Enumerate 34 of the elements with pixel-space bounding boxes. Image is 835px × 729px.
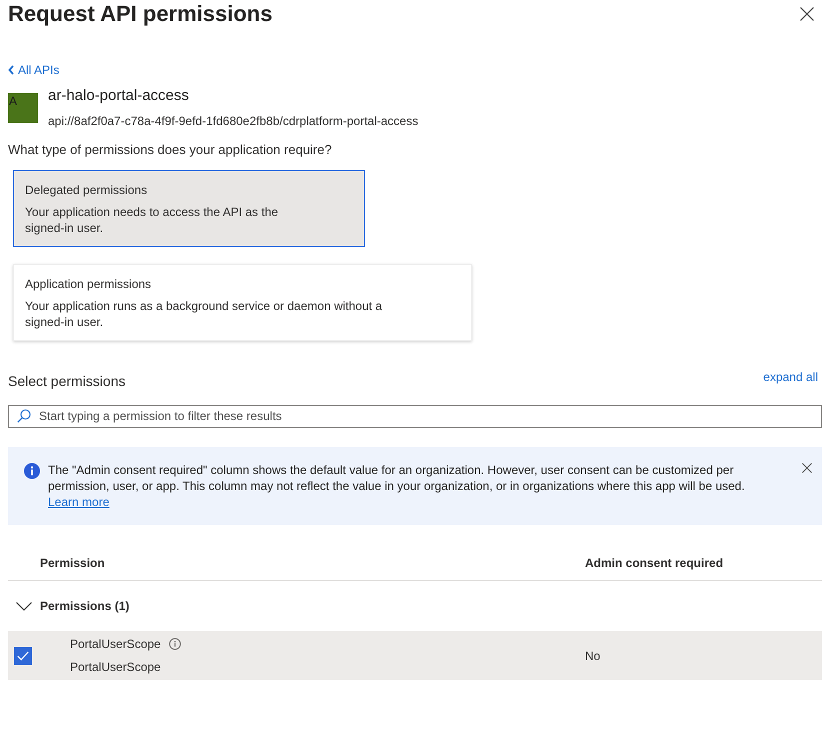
close-icon (800, 7, 814, 21)
option-description: Your application runs as a background service or daemon without a signed-in user. (25, 298, 384, 330)
search-field[interactable]: Start typing a permission to filter these results (8, 404, 822, 428)
info-icon (168, 638, 181, 650)
permission-row[interactable]: PortalUserScope PortalUserScope No (8, 631, 822, 680)
close-button[interactable] (802, 463, 812, 473)
info-banner-text: The "Admin consent required" column shows the default value for an organization. However, user consent can be customized per permission, user, or app. This column may not reflect the value in your organization, or in organizations where this app will be used. Learn more (48, 462, 746, 510)
column-header: Admin consent required (585, 554, 724, 570)
permission-name: PortalUserScope (70, 636, 161, 652)
info-icon (24, 463, 40, 479)
dialog-title: Request API permissions (8, 0, 272, 28)
learn-more-link[interactable]: Learn more (48, 495, 110, 509)
admin-consent-cell: No (585, 648, 600, 664)
close-icon (802, 463, 812, 473)
search-icon (17, 409, 31, 423)
column-header: Permission (40, 554, 105, 570)
option-title: Delegated permissions (25, 182, 148, 198)
checkbox[interactable] (14, 646, 32, 664)
option-description: Your application needs to access the API as the signed-in user. (25, 204, 280, 236)
permission-type-option[interactable]: Application permissions Your application runs as a background service or daemon without a signed-in user. (13, 264, 472, 341)
permission-description: PortalUserScope (70, 659, 161, 675)
all-apis-link[interactable]: All APIs (8, 62, 60, 78)
api-uri: api://8af2f0a7-c78a-4f9f-9efd-1fd680e2fb8b/cdrplatform-portal-access (48, 113, 418, 129)
chevron-left-icon (8, 65, 14, 75)
group-header[interactable]: Permissions (1) (8, 581, 130, 631)
close-button[interactable] (800, 7, 814, 21)
expand-all-link[interactable]: expand all (763, 369, 818, 385)
section-heading: Select permissions (8, 372, 126, 391)
option-title: Application permissions (25, 276, 152, 292)
api-name: ar-halo-portal-access (48, 87, 190, 105)
checkmark-icon (17, 650, 29, 660)
permission-type-question: What type of permissions does your application require? (8, 141, 332, 159)
permission-type-option[interactable]: Delegated permissions Your application needs to access the API as the signed-in user. (13, 170, 365, 247)
avatar-tile: A (8, 93, 38, 123)
